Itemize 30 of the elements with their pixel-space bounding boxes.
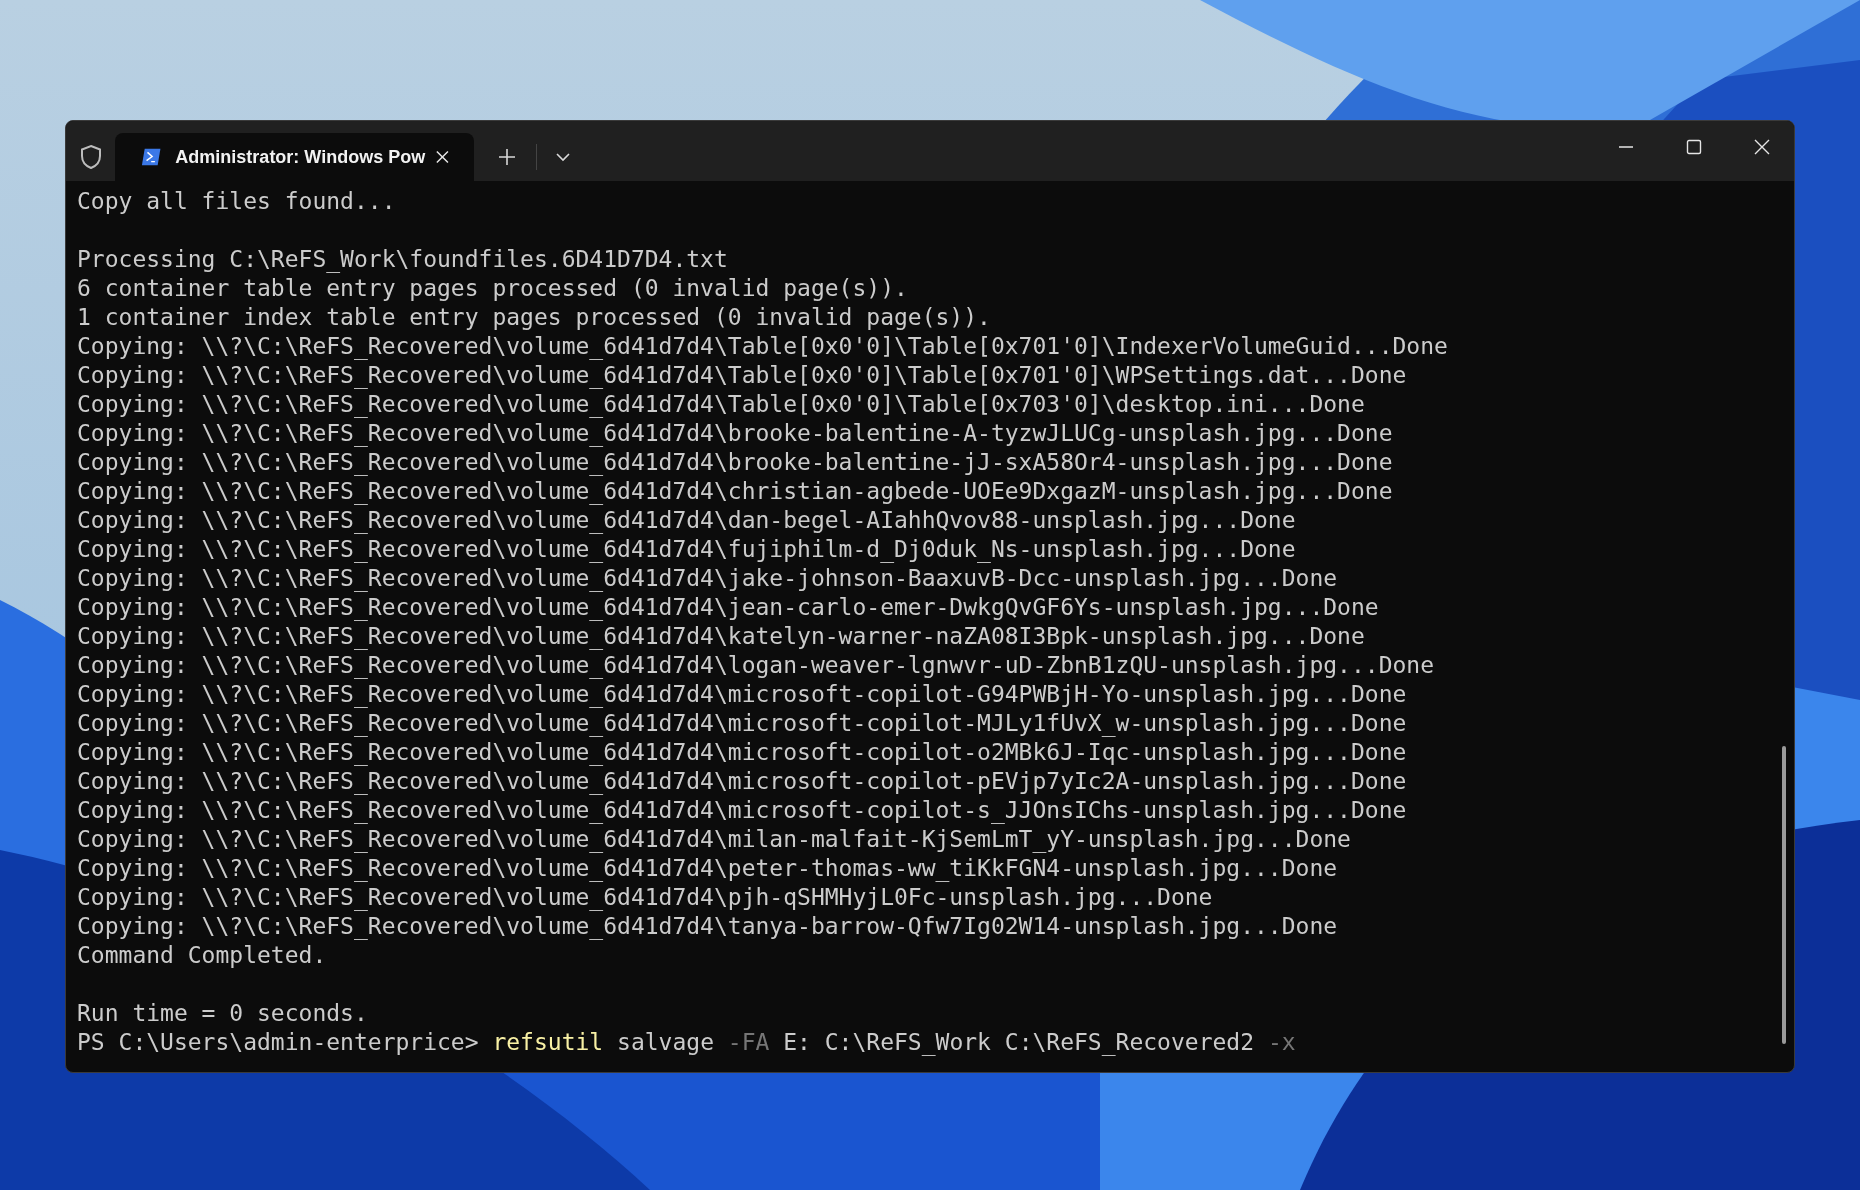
output-line: Copying: \\?\C:\ReFS_Recovered\volume_6d41d7d4\jake-johnson-BaaxuvB-Dcc-unsplash.jpg...Done <box>77 564 1339 593</box>
output-line: Copying: \\?\C:\ReFS_Recovered\volume_6d41d7d4\dan-begel-AIahhQvov88-unsplash.jpg...Done <box>77 506 1297 535</box>
output-line: Copying: \\?\C:\ReFS_Recovered\volume_6d41d7d4\brooke-balentine-jJ-sxA58Or4-unsplash.jpg...Done <box>77 448 1394 477</box>
output-line: Command Completed. <box>77 941 328 970</box>
output-line: Copying: \\?\C:\ReFS_Recovered\volume_6d41d7d4\peter-thomas-ww_tiKkFGN4-unsplash.jpg...Done <box>77 854 1339 883</box>
output-line: Copying: \\?\C:\ReFS_Recovered\volume_6d41d7d4\microsoft-copilot-o2MBk6J-Iqc-unsplash.jpg...Done <box>77 738 1408 767</box>
output-line: Run time = 0 seconds. <box>77 999 369 1028</box>
output-line: Copying: \\?\C:\ReFS_Recovered\volume_6d41d7d4\microsoft-copilot-s_JJOnsIChs-unsplash.jpg...Done <box>77 796 1408 825</box>
output-line: Copying: \\?\C:\ReFS_Recovered\volume_6d41d7d4\pjh-qSHMHyjL0Fc-unsplash.jpg...Done <box>77 883 1214 912</box>
output-line: Copying: \\?\C:\ReFS_Recovered\volume_6d41d7d4\microsoft-copilot-G94PWBjH-Yo-unsplash.jpg...Done <box>77 680 1408 709</box>
output-line: 1 container index table entry pages processed (0 invalid page(s)). <box>77 303 992 332</box>
tab[interactable]: Administrator: Windows Pow <box>115 133 474 181</box>
output-line: Copy all files found... <box>77 187 397 216</box>
output-line: Copying: \\?\C:\ReFS_Recovered\volume_6d41d7d4\christian-agbede-UOEe9DxgazM-unsplash.jpg...Done <box>77 477 1394 506</box>
output-line: Copying: \\?\C:\ReFS_Recovered\volume_6d41d7d4\Table[0x0'0]\Table[0x701'0]\IndexerVolumeGuid...Done <box>77 332 1449 361</box>
output-line: Copying: \\?\C:\ReFS_Recovered\volume_6d41d7d4\jean-carlo-emer-DwkgQvGF6Ys-unsplash.jpg...Done <box>77 593 1380 622</box>
output-line: Copying: \\?\C:\ReFS_Recovered\volume_6d41d7d4\Table[0x0'0]\Table[0x701'0]\WPSettings.dat...Done <box>77 361 1408 390</box>
output-line: Copying: \\?\C:\ReFS_Recovered\volume_6d41d7d4\fujiphilm-d_Dj0duk_Ns-unsplash.jpg...Done <box>77 535 1297 564</box>
output-line: Copying: \\?\C:\ReFS_Recovered\volume_6d41d7d4\microsoft-copilot-MJLy1fUvX_w-unsplash.jpg...Done <box>77 709 1408 738</box>
output-line: Copying: \\?\C:\ReFS_Recovered\volume_6d41d7d4\tanya-barrow-Qfw7Ig02W14-unsplash.jpg...Done <box>77 912 1339 941</box>
output-line: Copying: \\?\C:\ReFS_Recovered\volume_6d41d7d4\brooke-balentine-A-tyzwJLUCg-unsplash.jpg...Done <box>77 419 1394 448</box>
command-prompt: PS C:\Users\admin-enterprice> refsutil salvage -FA E: C:\ReFS_Work C:\ReFS_Recovered2 -x <box>77 1028 1297 1057</box>
output-line: Copying: \\?\C:\ReFS_Recovered\volume_6d41d7d4\milan-malfait-KjSemLmT_yY-unsplash.jpg...Done <box>77 825 1352 854</box>
output-line: 6 container table entry pages processed (0 invalid page(s)). <box>77 274 909 303</box>
output-line: Copying: \\?\C:\ReFS_Recovered\volume_6d41d7d4\katelyn-warner-naZA08I3Bpk-unsplash.jpg...Done <box>77 622 1366 651</box>
output-line: Copying: \\?\C:\ReFS_Recovered\volume_6d41d7d4\Table[0x0'0]\Table[0x703'0]\desktop.ini...Done <box>77 390 1366 419</box>
tab-title: Administrator: Windows Pow <box>175 146 426 168</box>
output-line: Copying: \\?\C:\ReFS_Recovered\volume_6d41d7d4\microsoft-copilot-pEVjp7yIc2A-unsplash.jpg...Done <box>77 767 1408 796</box>
output-line: Processing C:\ReFS_Work\foundfiles.6D41D7D4.txt <box>77 245 729 274</box>
output-line: Copying: \\?\C:\ReFS_Recovered\volume_6d41d7d4\logan-weaver-lgnwvr-uD-ZbnB1zQU-unsplash.jpg...Done <box>77 651 1436 680</box>
